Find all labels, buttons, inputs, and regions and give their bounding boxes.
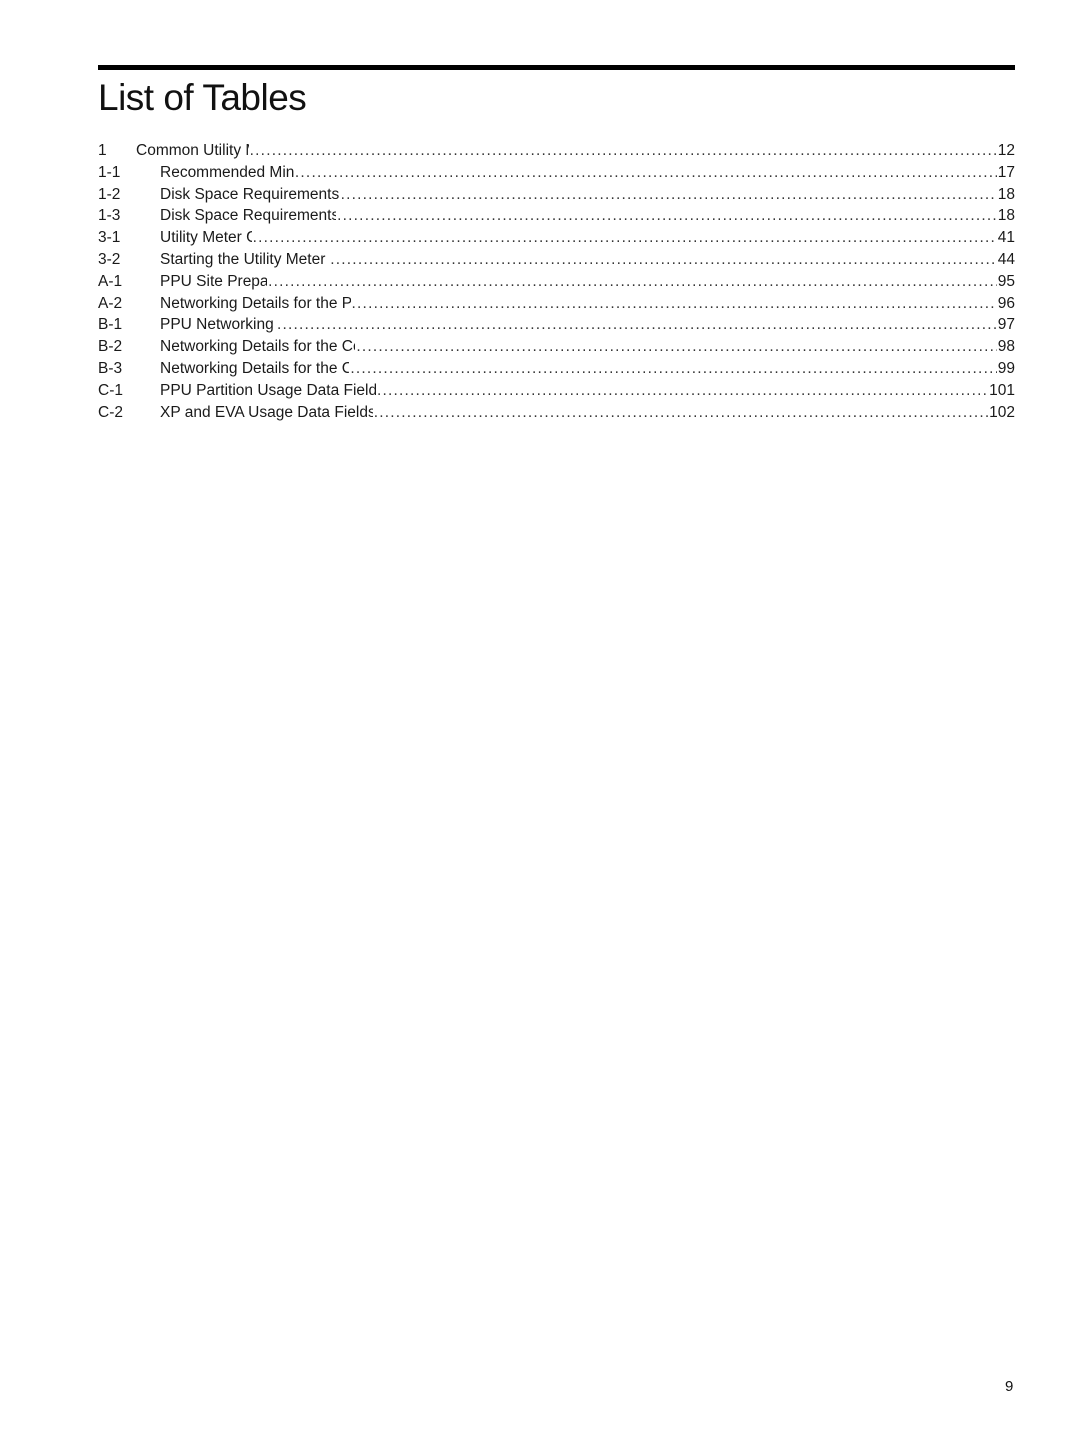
- toc-entry[interactable]: C-1 PPU Partition Usage Data Fields Sent…: [98, 380, 1015, 402]
- table-title[interactable]: PPU Partition Usage Data Fields Sent fro…: [160, 380, 376, 402]
- table-title[interactable]: Networking Details for the Command View …: [160, 358, 349, 380]
- page-ref[interactable]: 41: [998, 227, 1015, 249]
- table-number: A-2: [98, 294, 123, 312]
- table-number: 3-2: [98, 250, 121, 268]
- dot-leader: [337, 205, 997, 227]
- page-ref[interactable]: 99: [998, 358, 1015, 380]
- dot-leader: [341, 184, 997, 206]
- table-title[interactable]: PPU Site Preparation Form: [160, 271, 267, 293]
- toc-entry[interactable]: B-3 Networking Details for the Command V…: [98, 358, 1015, 380]
- table-number: 1-2: [98, 185, 121, 203]
- page-ref[interactable]: 12: [998, 140, 1015, 162]
- toc-entry[interactable]: 3-2 Starting the Utility Meter GUI with …: [98, 249, 1015, 271]
- page-title: List of Tables: [98, 77, 307, 118]
- header-rule: [98, 65, 1015, 70]
- table-title[interactable]: Starting the Utility Meter GUI with Spec…: [160, 249, 329, 271]
- dot-leader: [377, 380, 988, 402]
- page-number: 9: [1005, 1378, 1014, 1395]
- table-title[interactable]: Recommended Minimum Hardware: [160, 162, 294, 184]
- table-title[interactable]: Utility Meter GUI Tasks: [160, 227, 252, 249]
- table-number: B-3: [98, 359, 123, 377]
- table-number: 3-1: [98, 229, 121, 247]
- dot-leader: [330, 249, 996, 271]
- table-number: B-1: [98, 316, 123, 334]
- table-number: C-1: [98, 381, 123, 399]
- list-of-tables: 1 Common Utility Meter Tasks 12 1-1 Reco…: [98, 140, 1015, 423]
- page-ref[interactable]: 98: [998, 336, 1015, 358]
- page-ref[interactable]: 102: [989, 402, 1015, 424]
- dot-leader: [352, 293, 997, 315]
- dot-leader: [350, 358, 996, 380]
- dot-leader: [356, 336, 996, 358]
- toc-entry[interactable]: 1-3 Disk Space Requirements for 1,000 UR…: [98, 205, 1015, 227]
- table-number: B-2: [98, 338, 123, 356]
- table-number: A-1: [98, 272, 123, 290]
- toc-entry[interactable]: 1-2 Disk Space Requirements for 1,000 PP…: [98, 184, 1015, 206]
- page-ref[interactable]: 44: [998, 249, 1015, 271]
- dot-leader: [250, 140, 997, 162]
- page-ref[interactable]: 18: [998, 205, 1015, 227]
- toc-entry[interactable]: A-1 PPU Site Preparation Form 95: [98, 271, 1015, 293]
- table-title[interactable]: Disk Space Requirements for 1,000 PPU Pa…: [160, 184, 340, 206]
- page-ref[interactable]: 17: [998, 162, 1015, 184]
- dot-leader: [277, 314, 997, 336]
- table-title[interactable]: Common Utility Meter Tasks: [136, 140, 249, 162]
- table-number: 1: [98, 142, 107, 159]
- table-title[interactable]: XP and EVA Usage Data Fields Sent from t…: [160, 402, 373, 424]
- toc-entry[interactable]: B-1 PPU Networking Details Form 97: [98, 314, 1015, 336]
- table-title[interactable]: Networking Details for the PPU WBEM Part…: [160, 293, 351, 315]
- page-ref[interactable]: 18: [998, 184, 1015, 206]
- toc-entry[interactable]: B-2 Networking Details for the Command V…: [98, 336, 1015, 358]
- page-ref[interactable]: 96: [998, 293, 1015, 315]
- table-number: 1-1: [98, 163, 121, 181]
- dot-leader: [268, 271, 997, 293]
- page-ref[interactable]: 101: [989, 380, 1015, 402]
- dot-leader: [374, 402, 988, 424]
- table-title[interactable]: Networking Details for the Command View …: [160, 336, 355, 358]
- dot-leader: [253, 227, 997, 249]
- dot-leader: [295, 162, 997, 184]
- page-ref[interactable]: 95: [998, 271, 1015, 293]
- table-title[interactable]: Disk Space Requirements for 1,000 URS De…: [160, 205, 336, 227]
- table-number: C-2: [98, 403, 123, 421]
- toc-entry[interactable]: 1-1 Recommended Minimum Hardware 17: [98, 162, 1015, 184]
- toc-entry[interactable]: 3-1 Utility Meter GUI Tasks 41: [98, 227, 1015, 249]
- table-number: 1-3: [98, 207, 121, 225]
- toc-entry[interactable]: A-2 Networking Details for the PPU WBEM …: [98, 293, 1015, 315]
- table-title[interactable]: PPU Networking Details Form: [160, 314, 276, 336]
- toc-entry[interactable]: 1 Common Utility Meter Tasks 12: [98, 140, 1015, 162]
- page-ref[interactable]: 97: [998, 314, 1015, 336]
- toc-entry[interactable]: C-2 XP and EVA Usage Data Fields Sent fr…: [98, 402, 1015, 424]
